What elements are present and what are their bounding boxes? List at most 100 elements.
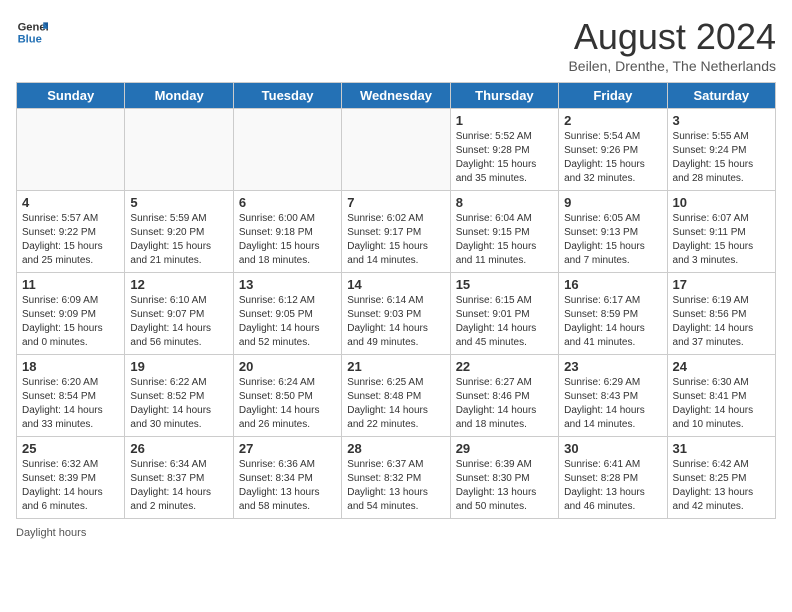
day-number: 9	[564, 195, 661, 210]
day-detail: Sunrise: 6:29 AMSunset: 8:43 PMDaylight:…	[564, 376, 661, 432]
day-number: 7	[347, 195, 444, 210]
calendar-cell: 31Sunrise: 6:42 AMSunset: 8:25 PMDayligh…	[667, 437, 775, 519]
day-number: 11	[22, 277, 119, 292]
day-number: 17	[673, 277, 770, 292]
header: General Blue August 2024 Beilen, Drenthe…	[16, 16, 776, 74]
calendar-cell: 1Sunrise: 5:52 AMSunset: 9:28 PMDaylight…	[450, 109, 558, 191]
day-detail: Sunrise: 5:55 AMSunset: 9:24 PMDaylight:…	[673, 130, 770, 186]
day-detail: Sunrise: 6:05 AMSunset: 9:13 PMDaylight:…	[564, 212, 661, 268]
day-detail: Sunrise: 6:34 AMSunset: 8:37 PMDaylight:…	[130, 458, 227, 514]
calendar-cell: 13Sunrise: 6:12 AMSunset: 9:05 PMDayligh…	[233, 273, 341, 355]
calendar-cell: 30 Sunrise: 6:41 AMSunset: 8:28 PMDayligh…	[559, 437, 667, 519]
calendar-cell: 28Sunrise: 6:37 AMSunset: 8:32 PMDayligh…	[342, 437, 450, 519]
calendar-cell: 9 Sunrise: 6:05 AMSunset: 9:13 PMDaylight…	[559, 191, 667, 273]
day-number: 19	[130, 359, 227, 374]
day-detail: Sunrise: 6:39 AMSunset: 8:30 PMDaylight:…	[456, 458, 553, 514]
day-number: 24	[673, 359, 770, 374]
day-number: 13	[239, 277, 336, 292]
day-detail: Sunrise: 6:00 AMSunset: 9:18 PMDaylight:…	[239, 212, 336, 268]
calendar-cell: 12 Sunrise: 6:10 AMSunset: 9:07 PMDayligh…	[125, 273, 233, 355]
calendar-cell	[17, 109, 125, 191]
day-number: 12	[130, 277, 227, 292]
day-number: 10	[673, 195, 770, 210]
day-number: 21	[347, 359, 444, 374]
day-number: 25	[22, 441, 119, 456]
calendar-table: SundayMondayTuesdayWednesdayThursdayFrid…	[16, 82, 776, 519]
day-detail: Sunrise: 6:04 AMSunset: 9:15 PMDaylight:…	[456, 212, 553, 268]
calendar-cell: 26 Sunrise: 6:34 AMSunset: 8:37 PMDayligh…	[125, 437, 233, 519]
week-row-4: 25Sunrise: 6:32 AMSunset: 8:39 PMDayligh…	[17, 437, 776, 519]
day-detail: Sunrise: 6:15 AMSunset: 9:01 PMDaylight:…	[456, 294, 553, 350]
calendar-subtitle: Beilen, Drenthe, The Netherlands	[568, 58, 776, 74]
day-number: 16	[564, 277, 661, 292]
logo: General Blue	[16, 16, 48, 48]
day-header-monday: Monday	[125, 83, 233, 109]
calendar-cell: 18Sunrise: 6:20 AMSunset: 8:54 PMDayligh…	[17, 355, 125, 437]
calendar-cell: 2 Sunrise: 5:54 AMSunset: 9:26 PMDaylight…	[559, 109, 667, 191]
day-header-sunday: Sunday	[17, 83, 125, 109]
calendar-cell: 22Sunrise: 6:27 AMSunset: 8:46 PMDayligh…	[450, 355, 558, 437]
day-number: 20	[239, 359, 336, 374]
day-number: 30	[564, 441, 661, 456]
day-number: 2	[564, 113, 661, 128]
day-detail: Sunrise: 6:25 AMSunset: 8:48 PMDaylight:…	[347, 376, 444, 432]
day-detail: Sunrise: 6:14 AMSunset: 9:03 PMDaylight:…	[347, 294, 444, 350]
calendar-cell: 10 Sunrise: 6:07 AMSunset: 9:11 PMDayligh…	[667, 191, 775, 273]
day-number: 27	[239, 441, 336, 456]
day-number: 26	[130, 441, 227, 456]
day-number: 15	[456, 277, 553, 292]
calendar-cell	[233, 109, 341, 191]
calendar-cell: 14 Sunrise: 6:14 AMSunset: 9:03 PMDayligh…	[342, 273, 450, 355]
calendar-cell: 27Sunrise: 6:36 AMSunset: 8:34 PMDayligh…	[233, 437, 341, 519]
week-row-2: 11 Sunrise: 6:09 AMSunset: 9:09 PMDayligh…	[17, 273, 776, 355]
calendar-cell: 4 Sunrise: 5:57 AMSunset: 9:22 PMDaylight…	[17, 191, 125, 273]
footer-note: Daylight hours	[16, 527, 776, 539]
day-detail: Sunrise: 5:52 AMSunset: 9:28 PMDaylight:…	[456, 130, 553, 186]
title-area: August 2024 Beilen, Drenthe, The Netherl…	[568, 16, 776, 74]
calendar-cell: 17 Sunrise: 6:19 AMSunset: 8:56 PMDayligh…	[667, 273, 775, 355]
calendar-cell: 3 Sunrise: 5:55 AMSunset: 9:24 PMDaylight…	[667, 109, 775, 191]
svg-text:Blue: Blue	[18, 33, 42, 45]
week-row-3: 18Sunrise: 6:20 AMSunset: 8:54 PMDayligh…	[17, 355, 776, 437]
day-number: 4	[22, 195, 119, 210]
day-number: 31	[673, 441, 770, 456]
calendar-cell	[125, 109, 233, 191]
day-number: 3	[673, 113, 770, 128]
day-detail: Sunrise: 6:07 AMSunset: 9:11 PMDaylight:…	[673, 212, 770, 268]
day-header-row: SundayMondayTuesdayWednesdayThursdayFrid…	[17, 83, 776, 109]
day-detail: Sunrise: 6:09 AMSunset: 9:09 PMDaylight:…	[22, 294, 119, 350]
day-number: 5	[130, 195, 227, 210]
day-detail: Sunrise: 5:59 AMSunset: 9:20 PMDaylight:…	[130, 212, 227, 268]
calendar-cell: 24 Sunrise: 6:30 AMSunset: 8:41 PMDayligh…	[667, 355, 775, 437]
calendar-cell: 7 Sunrise: 6:02 AMSunset: 9:17 PMDaylight…	[342, 191, 450, 273]
day-detail: Sunrise: 6:10 AMSunset: 9:07 PMDaylight:…	[130, 294, 227, 350]
day-detail: Sunrise: 6:17 AMSunset: 8:59 PMDaylight:…	[564, 294, 661, 350]
calendar-cell: 19Sunrise: 6:22 AMSunset: 8:52 PMDayligh…	[125, 355, 233, 437]
calendar-cell: 5 Sunrise: 5:59 AMSunset: 9:20 PMDaylight…	[125, 191, 233, 273]
daylight-label: Daylight hours	[16, 527, 86, 539]
day-header-thursday: Thursday	[450, 83, 558, 109]
calendar-cell: 20Sunrise: 6:24 AMSunset: 8:50 PMDayligh…	[233, 355, 341, 437]
day-number: 29	[456, 441, 553, 456]
logo-icon: General Blue	[16, 16, 48, 48]
day-number: 23	[564, 359, 661, 374]
calendar-cell: 11 Sunrise: 6:09 AMSunset: 9:09 PMDayligh…	[17, 273, 125, 355]
calendar-cell: 21 Sunrise: 6:25 AMSunset: 8:48 PMDayligh…	[342, 355, 450, 437]
week-row-1: 4 Sunrise: 5:57 AMSunset: 9:22 PMDaylight…	[17, 191, 776, 273]
day-number: 18	[22, 359, 119, 374]
calendar-cell: 16 Sunrise: 6:17 AMSunset: 8:59 PMDayligh…	[559, 273, 667, 355]
day-detail: Sunrise: 5:57 AMSunset: 9:22 PMDaylight:…	[22, 212, 119, 268]
day-header-wednesday: Wednesday	[342, 83, 450, 109]
calendar-cell: 8 Sunrise: 6:04 AMSunset: 9:15 PMDaylight…	[450, 191, 558, 273]
day-detail: Sunrise: 6:02 AMSunset: 9:17 PMDaylight:…	[347, 212, 444, 268]
calendar-cell: 6Sunrise: 6:00 AMSunset: 9:18 PMDaylight…	[233, 191, 341, 273]
day-header-saturday: Saturday	[667, 83, 775, 109]
day-detail: Sunrise: 6:30 AMSunset: 8:41 PMDaylight:…	[673, 376, 770, 432]
day-detail: Sunrise: 5:54 AMSunset: 9:26 PMDaylight:…	[564, 130, 661, 186]
day-number: 14	[347, 277, 444, 292]
day-detail: Sunrise: 6:19 AMSunset: 8:56 PMDaylight:…	[673, 294, 770, 350]
calendar-cell: 15 Sunrise: 6:15 AMSunset: 9:01 PMDayligh…	[450, 273, 558, 355]
day-header-friday: Friday	[559, 83, 667, 109]
day-number: 8	[456, 195, 553, 210]
day-detail: Sunrise: 6:41 AMSunset: 8:28 PMDaylight:…	[564, 458, 661, 514]
